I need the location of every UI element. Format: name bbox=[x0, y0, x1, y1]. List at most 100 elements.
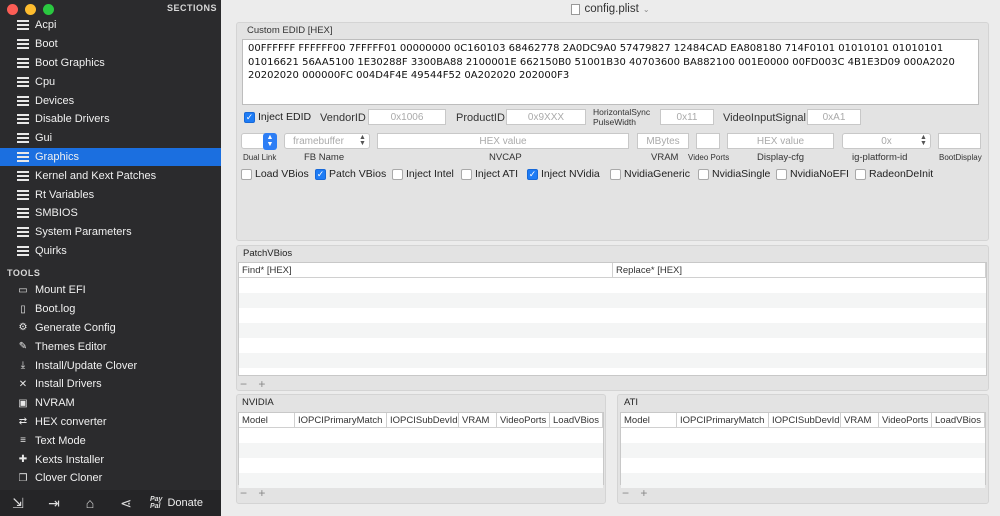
list-icon bbox=[17, 151, 29, 163]
inject-ati-checkbox[interactable]: Inject ATI bbox=[461, 168, 518, 180]
column-header[interactable]: VRAM bbox=[459, 413, 497, 427]
donate-button[interactable]: Pay Pal Donate bbox=[150, 496, 203, 510]
table-row[interactable] bbox=[239, 308, 986, 323]
table-row[interactable] bbox=[239, 278, 986, 293]
tool-item-kexts-installer[interactable]: ✚ Kexts Installer bbox=[0, 450, 221, 469]
tool-item-text-mode[interactable]: ≡ Text Mode bbox=[0, 431, 221, 450]
checkbox-icon: ✓ bbox=[527, 168, 538, 180]
nvidianoefi-checkbox[interactable]: NvidiaNoEFI bbox=[776, 168, 849, 180]
inject-nvidia-checkbox[interactable]: ✓ Inject NVidia bbox=[527, 168, 600, 180]
sidebar-item-kernel-and-kext-patches[interactable]: Kernel and Kext Patches bbox=[0, 166, 221, 185]
table-row[interactable] bbox=[239, 293, 986, 308]
list-icon bbox=[17, 132, 29, 144]
sidebar-item-gui[interactable]: Gui bbox=[0, 129, 221, 148]
table-row[interactable] bbox=[239, 428, 603, 443]
tool-item-clover-cloner[interactable]: ❐ Clover Cloner bbox=[0, 469, 221, 488]
tool-item-themes-editor[interactable]: ✎ Themes Editor bbox=[0, 337, 221, 356]
radeondeinit-checkbox[interactable]: RadeonDeInit bbox=[855, 168, 933, 180]
tool-item-install-update-clover[interactable]: ⤓ Install/Update Clover bbox=[0, 356, 221, 375]
inject-intel-checkbox[interactable]: Inject Intel bbox=[392, 168, 454, 180]
table-row[interactable] bbox=[621, 428, 985, 443]
boot-display-input[interactable] bbox=[938, 133, 981, 149]
table-row[interactable] bbox=[239, 353, 986, 368]
dual-link-stepper-icon[interactable]: ▲ ▼ bbox=[263, 133, 277, 150]
sidebar-item-acpi[interactable]: Acpi bbox=[0, 16, 221, 35]
ati-add-remove[interactable]: − + bbox=[622, 486, 651, 500]
tool-item-generate-config[interactable]: ⚙ Generate Config bbox=[0, 319, 221, 338]
list-icon bbox=[17, 95, 29, 107]
patch-vbios-table[interactable]: Find* [HEX] Replace* [HEX] bbox=[238, 262, 987, 376]
sidebar-item-devices[interactable]: Devices bbox=[0, 91, 221, 110]
tool-item-nvram[interactable]: ▣ NVRAM bbox=[0, 394, 221, 413]
sidebar-item-boot[interactable]: Boot bbox=[0, 35, 221, 54]
export-icon[interactable]: ⇥ bbox=[36, 495, 72, 512]
chevron-down-icon[interactable]: ⌄ bbox=[643, 5, 650, 14]
sidebar-item-quirks[interactable]: Quirks bbox=[0, 242, 221, 261]
vendor-id-input[interactable]: 0x1006 bbox=[368, 109, 446, 125]
sidebar-item-boot-graphics[interactable]: Boot Graphics bbox=[0, 54, 221, 73]
column-header[interactable]: IOPCISubDevId bbox=[387, 413, 459, 427]
vram-label: VRAM bbox=[651, 152, 679, 163]
column-header[interactable]: IOPCISubDevId bbox=[769, 413, 841, 427]
home-icon[interactable]: ⌂ bbox=[72, 495, 108, 511]
video-input-signal-input[interactable]: 0xA1 bbox=[807, 109, 861, 125]
column-header[interactable]: IOPCIPrimaryMatch bbox=[295, 413, 387, 427]
column-header[interactable]: LoadVBios bbox=[550, 413, 603, 427]
column-header[interactable]: LoadVBios bbox=[932, 413, 985, 427]
column-header[interactable]: VRAM bbox=[841, 413, 879, 427]
sidebar-item-disable-drivers[interactable]: Disable Drivers bbox=[0, 110, 221, 129]
display-cfg-label: Display-cfg bbox=[757, 152, 804, 163]
hsync-input[interactable]: 0x11 bbox=[660, 109, 714, 125]
sidebar-item-cpu[interactable]: Cpu bbox=[0, 72, 221, 91]
table-row[interactable] bbox=[621, 473, 985, 488]
table-row[interactable] bbox=[621, 443, 985, 458]
nvidiageneric-checkbox[interactable]: NvidiaGeneric bbox=[610, 168, 690, 180]
inject-edid-checkbox[interactable]: ✓ Inject EDID bbox=[244, 111, 311, 123]
nvidia-add-remove[interactable]: − + bbox=[240, 486, 269, 500]
column-header[interactable]: IOPCIPrimaryMatch bbox=[677, 413, 769, 427]
nvidia-table[interactable]: Model IOPCIPrimaryMatch IOPCISubDevId VRAM V… bbox=[238, 412, 604, 488]
column-header[interactable]: Model bbox=[239, 413, 295, 427]
fb-name-select[interactable]: framebuffer ▲ ▼ bbox=[284, 133, 370, 149]
tool-item-mount-efi[interactable]: ▭ Mount EFI bbox=[0, 281, 221, 300]
column-header[interactable]: VideoPorts bbox=[497, 413, 550, 427]
sidebar-item-smbios[interactable]: SMBIOS bbox=[0, 204, 221, 223]
patch-vbios-add-remove[interactable]: − + bbox=[240, 377, 269, 391]
table-row[interactable] bbox=[239, 323, 986, 338]
list-icon bbox=[17, 207, 29, 219]
load-vbios-checkbox[interactable]: Load VBios bbox=[241, 168, 309, 180]
patch-vbios-checkbox[interactable]: ✓ Patch VBios bbox=[315, 168, 386, 180]
sidebar-item-system-parameters[interactable]: System Parameters bbox=[0, 223, 221, 242]
sidebar-item-label: Boot bbox=[35, 38, 58, 51]
table-row[interactable] bbox=[239, 458, 603, 473]
video-ports-input[interactable] bbox=[696, 133, 720, 149]
clone-icon: ❐ bbox=[18, 472, 28, 484]
tool-item-boot-log[interactable]: ▯ Boot.log bbox=[0, 300, 221, 319]
sidebar-item-rt-variables[interactable]: Rt Variables bbox=[0, 185, 221, 204]
table-row[interactable] bbox=[239, 443, 603, 458]
tool-item-hex-converter[interactable]: ⇄ HEX converter bbox=[0, 413, 221, 432]
zoom-window-button[interactable] bbox=[43, 4, 54, 15]
product-id-input[interactable]: 0x9XXX bbox=[506, 109, 586, 125]
checkbox-icon bbox=[392, 168, 403, 180]
table-row[interactable] bbox=[621, 458, 985, 473]
display-cfg-input[interactable]: HEX value bbox=[727, 133, 834, 149]
ig-platform-id-select[interactable]: 0x ▲ ▼ bbox=[842, 133, 931, 149]
column-header[interactable]: Find* [HEX] bbox=[239, 263, 613, 277]
sidebar-item-graphics[interactable]: Graphics bbox=[0, 147, 221, 167]
nvidiasingle-checkbox[interactable]: NvidiaSingle bbox=[698, 168, 770, 180]
minimize-window-button[interactable] bbox=[25, 4, 36, 15]
column-header[interactable]: Replace* [HEX] bbox=[613, 263, 986, 277]
tool-item-install-drivers[interactable]: ✕ Install Drivers bbox=[0, 375, 221, 394]
column-header[interactable]: VideoPorts bbox=[879, 413, 932, 427]
table-row[interactable] bbox=[239, 338, 986, 353]
column-header[interactable]: Model bbox=[621, 413, 677, 427]
nvcap-input[interactable]: HEX value bbox=[377, 133, 629, 149]
exit-icon[interactable]: ⇲ bbox=[0, 495, 36, 512]
share-icon[interactable]: ⋖ bbox=[108, 495, 144, 512]
table-row[interactable] bbox=[239, 473, 603, 488]
ati-table[interactable]: Model IOPCIPrimaryMatch IOPCISubDevId VRAM V… bbox=[620, 412, 986, 488]
custom-edid-field[interactable]: 00FFFFFF FFFFFF00 7FFFFF01 00000000 0C16… bbox=[242, 39, 979, 105]
vram-input[interactable]: MBytes bbox=[637, 133, 689, 149]
close-window-button[interactable] bbox=[7, 4, 18, 15]
